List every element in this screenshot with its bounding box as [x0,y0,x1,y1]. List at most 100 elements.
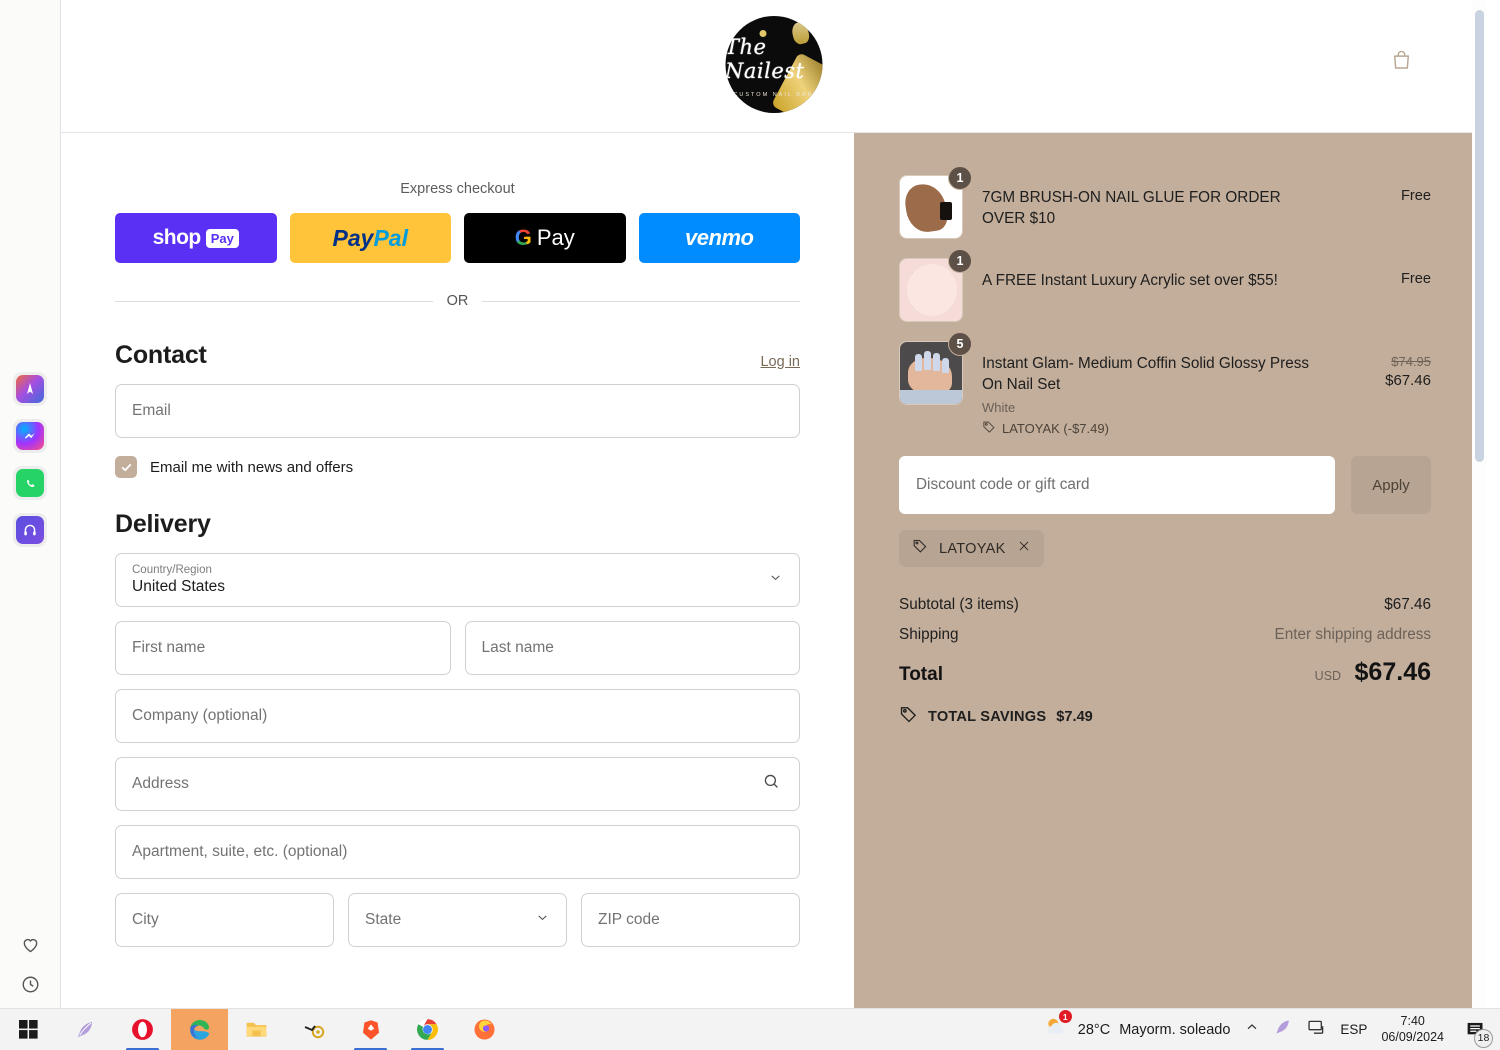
shopping-bag-icon [1389,48,1414,78]
weather-description: Mayorm. soleado [1119,1021,1231,1038]
weather-temperature: 28°C [1077,1021,1111,1038]
google-g-icon: G [514,225,532,250]
show-hidden-icons-chevron-up-icon[interactable] [1244,1019,1260,1040]
notification-center-button[interactable]: 18 [1458,1013,1493,1048]
total-amount-group: USD $67.46 [1315,658,1431,687]
summary-line-item: 1 7GM BRUSH-ON NAIL GLUE FOR ORDER OVER … [899,166,1431,239]
city-state-zip-row: City State ZIP code [115,879,800,947]
item-quantity-badge: 1 [948,249,972,273]
brave-taskbar-icon[interactable] [342,1009,399,1050]
email-field[interactable]: Email [115,384,800,438]
discount-code-row: Discount code or gift card Apply [899,456,1431,515]
shipping-value: Enter shipping address [1274,626,1431,644]
search-icon[interactable] [762,772,781,796]
company-field[interactable]: Company (optional) [115,689,800,743]
chrome-taskbar-icon[interactable] [399,1009,456,1050]
page-scrollbar[interactable] [1472,0,1486,1008]
item-price-block: Free [1345,175,1431,204]
state-select[interactable]: State [348,893,567,947]
discount-code-input[interactable]: Discount code or gift card [899,456,1335,515]
divider-line-left [115,300,433,302]
shipping-row: Shipping Enter shipping address [899,626,1431,644]
opera-taskbar-icon[interactable] [114,1009,171,1050]
sidebar-item-ai-assistant[interactable] [13,372,47,406]
first-name-placeholder: First name [132,639,206,656]
tag-icon [982,420,996,437]
favorites-heart-icon[interactable] [20,934,41,960]
express-checkout-label: Express checkout [400,181,515,197]
city-field[interactable]: City [115,893,334,947]
windows-logo-icon [19,1020,38,1039]
remove-discount-icon[interactable] [1017,539,1031,558]
applied-discount-pill: LATOYAK [899,530,1044,568]
network-monitor-icon[interactable] [1306,1017,1327,1043]
venmo-button[interactable]: venmo [638,213,800,263]
apartment-field[interactable]: Apartment, suite, etc. (optional) [115,825,800,879]
totals-block: Subtotal (3 items) $67.46 Shipping Enter… [899,596,1431,729]
checkout-page: The Nailest CUSTOM NAIL BAR Express chec… [61,0,1486,1008]
edge-taskbar-icon[interactable] [171,1008,228,1050]
address-field[interactable]: Address [115,757,800,811]
shop-pay-button[interactable]: shop Pay [115,213,277,263]
item-quantity-badge: 1 [948,166,972,190]
tool-taskbar-icon[interactable] [285,1009,342,1050]
summary-line-item: 1 A FREE Instant Luxury Acrylic set over… [899,249,1431,322]
item-details: Instant Glam- Medium Coffin Solid Glossy… [982,341,1326,437]
shipping-label: Shipping [899,626,959,644]
sidebar-app-list [13,372,47,547]
checkout-form-column: Express checkout shop Pay Pay Pal G Pay v… [61,133,854,1008]
language-indicator[interactable]: ESP [1340,1022,1367,1037]
paypal-button[interactable]: Pay Pal [289,213,451,263]
thumbnail-art-nail [933,353,940,371]
apply-discount-button[interactable]: Apply [1351,456,1431,515]
subtotal-row: Subtotal (3 items) $67.46 [899,596,1431,614]
log-in-link[interactable]: Log in [760,354,800,370]
last-name-placeholder: Last name [481,639,554,656]
last-name-field[interactable]: Last name [464,621,800,675]
country-region-label: Country/Region [132,563,212,576]
newsletter-checkbox[interactable] [115,456,137,478]
windows-taskbar: 1 28°C Mayorm. soleado ESP 7:40 06/09/20… [0,1008,1500,1050]
taskbar-clock[interactable]: 7:40 06/09/2024 [1381,1014,1444,1045]
headphones-icon [16,516,44,544]
total-savings-value: $7.49 [1056,709,1093,726]
state-placeholder: State [365,911,402,928]
file-explorer-taskbar-icon[interactable] [228,1009,285,1050]
or-divider: OR [115,293,800,309]
shop-pay-word: shop [152,226,202,249]
google-pay-button[interactable]: G Pay [464,213,626,263]
zip-code-field[interactable]: ZIP code [581,893,800,947]
item-price-block: Free [1345,258,1431,287]
logo-wordmark: The Nailest [725,35,805,83]
system-tray: ESP [1244,1017,1367,1043]
newsletter-checkbox-row[interactable]: Email me with news and offers [115,456,800,478]
item-thumbnail-wrap: 1 [899,249,972,322]
history-clock-icon[interactable] [20,974,41,1000]
sidebar-item-messenger[interactable] [13,419,47,453]
total-value: $67.46 [1354,658,1431,687]
search-feather-icon[interactable] [57,1009,114,1050]
thumbnail-art-nail [915,354,922,371]
firefox-taskbar-icon[interactable] [456,1009,513,1050]
weather-widget[interactable]: 1 28°C Mayorm. soleado [1043,1010,1231,1045]
tag-icon [912,538,928,559]
sidebar-item-audio[interactable] [13,513,47,547]
page-scrollbar-thumb[interactable] [1475,10,1484,462]
country-region-select[interactable]: Country/Region United States [115,553,800,607]
store-logo[interactable]: The Nailest CUSTOM NAIL BAR [725,16,822,113]
divider-line-right [482,300,800,302]
taskbar-tray: 1 28°C Mayorm. soleado ESP 7:40 06/09/20… [1043,1010,1500,1048]
browser-sidebar [0,0,61,1008]
applied-discount-code: LATOYAK [939,540,1006,557]
whatsapp-icon [16,469,44,497]
item-price-block: $74.95 $67.46 [1345,341,1431,389]
sidebar-item-whatsapp[interactable] [13,466,47,500]
total-row: Total USD $67.46 [899,658,1431,687]
express-checkout-buttons: shop Pay Pay Pal G Pay venmo [115,213,800,263]
first-name-field[interactable]: First name [115,621,451,675]
tray-feather-icon[interactable] [1273,1017,1293,1042]
cart-bag-button[interactable] [1386,48,1416,78]
email-placeholder: Email [132,402,171,419]
country-region-value: United States [132,578,226,596]
start-button[interactable] [0,1009,57,1050]
